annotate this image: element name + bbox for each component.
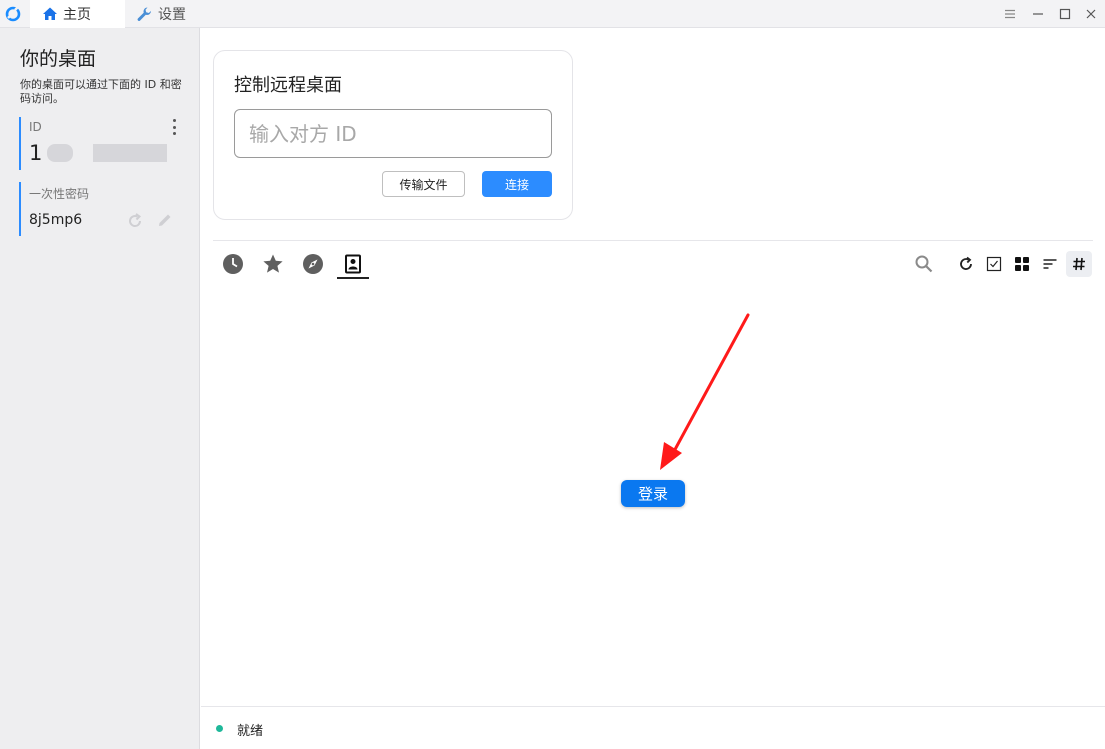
minimize-icon (1033, 13, 1043, 15)
id-redaction-2 (93, 144, 167, 162)
title-bar: 主页 设置 (0, 0, 1105, 28)
status-indicator (216, 725, 223, 732)
maximize-icon (1059, 8, 1071, 20)
password-label: 一次性密码 (29, 187, 90, 201)
tab-discovered[interactable] (301, 252, 325, 276)
grid-icon (1015, 257, 1029, 271)
id-redaction (47, 144, 73, 162)
password-value: 8j5mp6 (29, 212, 83, 228)
discover-icon (303, 254, 323, 274)
refresh-icon (960, 256, 972, 270)
sort-icon (1043, 259, 1057, 269)
id-label: ID (29, 120, 42, 134)
transfer-file-button[interactable]: 传输文件 (382, 171, 465, 197)
address-book-icon (345, 254, 361, 274)
more-options-icon[interactable] (171, 119, 177, 135)
status-text: 就绪 (237, 724, 264, 739)
wrench-icon (137, 7, 151, 21)
tab-address-book[interactable] (341, 252, 365, 276)
connect-card: 控制远程桌面 传输文件 连接 (213, 50, 573, 220)
annotation-arrow-icon (660, 313, 750, 470)
refresh-button[interactable] (956, 254, 976, 274)
tab-home-label: 主页 (63, 7, 91, 23)
close-icon (1086, 9, 1096, 19)
connect-button[interactable]: 连接 (482, 171, 552, 197)
divider (213, 240, 1093, 241)
tab-favorites[interactable] (261, 252, 285, 276)
search-icon (915, 255, 933, 273)
history-icon (223, 254, 243, 274)
edit-password-icon[interactable] (156, 211, 174, 229)
tab-recent-sessions[interactable] (221, 252, 245, 276)
id-card: ID 1 (19, 117, 189, 170)
password-card: 一次性密码 8j5mp6 (19, 182, 189, 236)
checkbox-icon (986, 256, 1002, 272)
home-icon (43, 7, 57, 20)
search-button[interactable] (914, 254, 934, 274)
maximize-button[interactable] (1055, 4, 1075, 24)
active-tab-indicator (337, 277, 369, 279)
close-button[interactable] (1081, 4, 1101, 24)
tab-home[interactable]: 主页 (30, 0, 125, 28)
star-icon (263, 254, 283, 273)
menu-icon (1005, 9, 1015, 19)
minimize-button[interactable] (1028, 4, 1048, 24)
id-value: 1 (29, 141, 43, 165)
remote-id-input[interactable] (234, 109, 552, 158)
sidebar: 你的桌面 你的桌面可以通过下面的 ID 和密码访问。 ID 1 一次性密码 8j… (0, 28, 200, 749)
connect-title: 控制远程桌面 (234, 75, 342, 96)
tag-filter-button[interactable] (1069, 254, 1089, 274)
menu-button[interactable] (1000, 4, 1020, 24)
sidebar-title: 你的桌面 (20, 48, 97, 70)
sort-button[interactable] (1040, 254, 1060, 274)
status-bar: 就绪 (201, 706, 1105, 749)
hashtag-icon (1073, 257, 1085, 271)
view-grid-button[interactable] (1012, 254, 1032, 274)
select-button[interactable] (984, 254, 1004, 274)
tab-settings[interactable]: 设置 (133, 0, 213, 28)
tab-settings-label: 设置 (158, 7, 186, 23)
login-button[interactable]: 登录 (621, 480, 685, 507)
refresh-password-icon[interactable] (126, 212, 144, 230)
sidebar-description: 你的桌面可以通过下面的 ID 和密码访问。 (20, 78, 182, 105)
app-logo-icon (5, 6, 21, 22)
